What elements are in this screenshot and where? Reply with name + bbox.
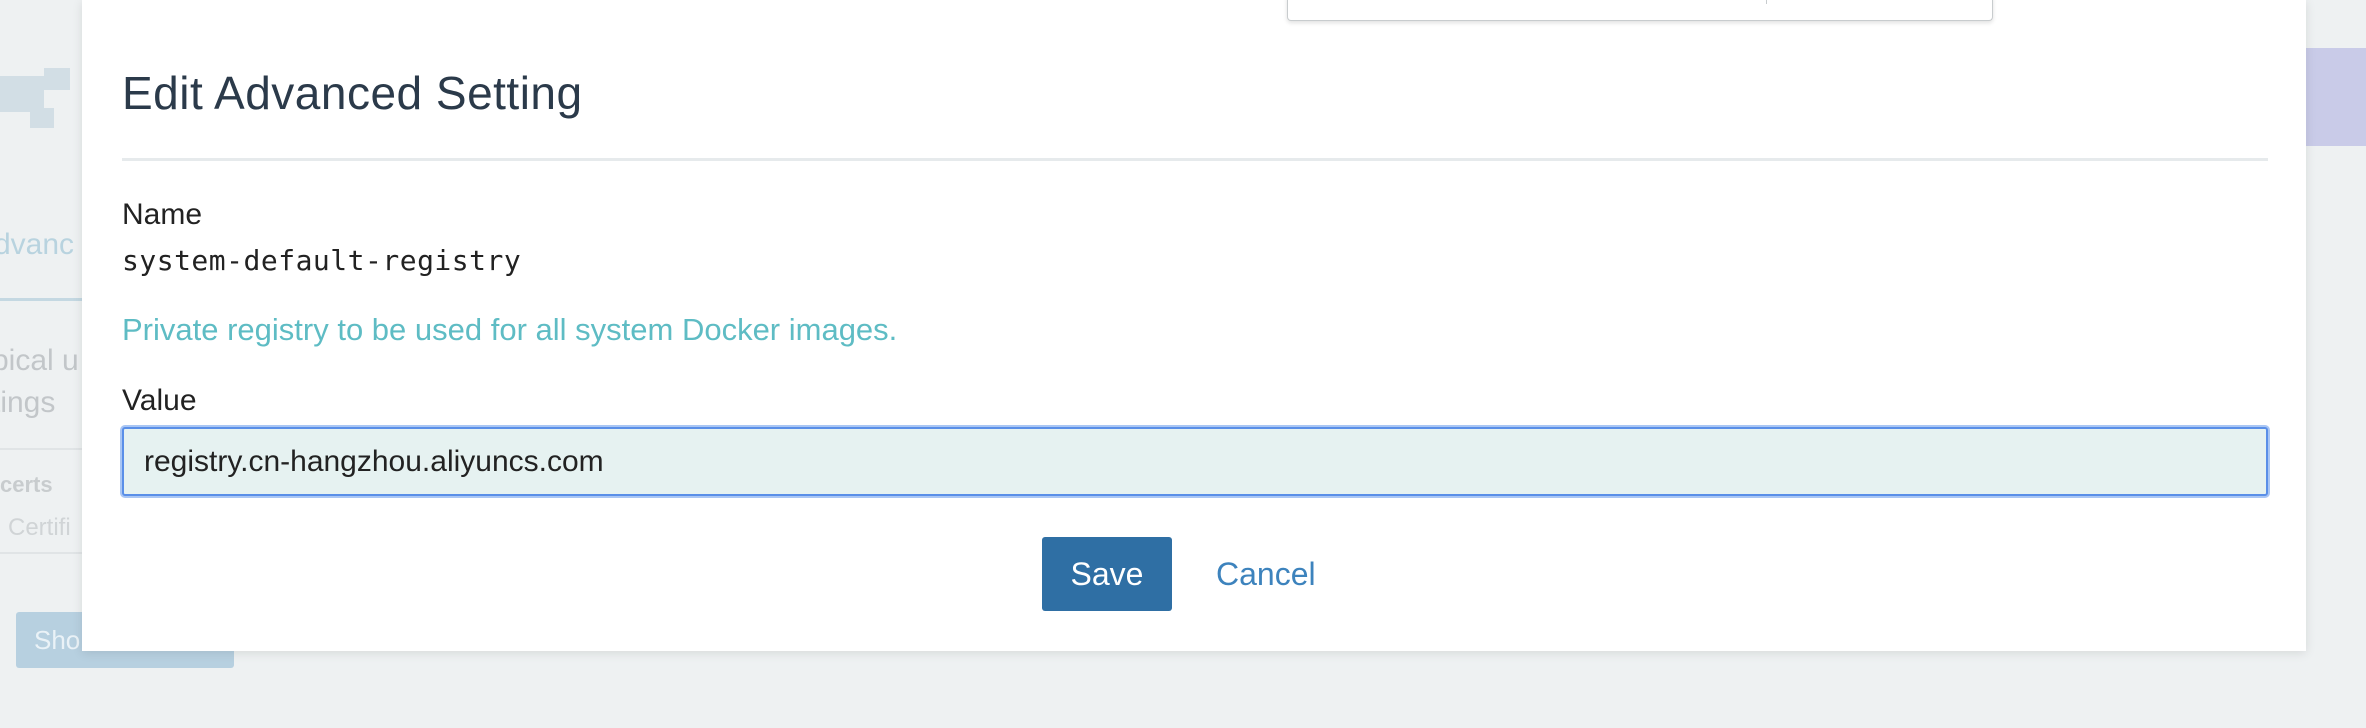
value-label: Value: [122, 384, 197, 417]
save-button[interactable]: Save: [1042, 537, 1172, 611]
setting-name-value: system-default-registry: [122, 244, 522, 277]
setting-description: Private registry to be used for all syst…: [122, 312, 898, 347]
modal-divider: [122, 158, 2268, 161]
page: dvanc pical u tings certs Certifi Sho Ed…: [0, 0, 2366, 728]
app-logo-icon: [0, 68, 70, 128]
edit-setting-modal: Edit Advanced Setting Name system-defaul…: [82, 0, 2306, 651]
background-dropdown-menu[interactable]: [1287, 0, 1993, 21]
background-setting-subtext: Certifi: [8, 514, 71, 541]
modal-title: Edit Advanced Setting: [122, 67, 583, 119]
user-avatar[interactable]: [2302, 48, 2366, 146]
cancel-button[interactable]: Cancel: [1208, 537, 1324, 611]
name-label: Name: [122, 198, 203, 231]
background-tab-advanced[interactable]: dvanc: [0, 228, 74, 262]
background-description: pical u tings: [0, 340, 79, 424]
background-description-line: pical u: [0, 344, 79, 377]
value-input[interactable]: [122, 427, 2268, 496]
background-setting-key: certs: [0, 472, 53, 497]
background-description-line: tings: [0, 386, 56, 419]
